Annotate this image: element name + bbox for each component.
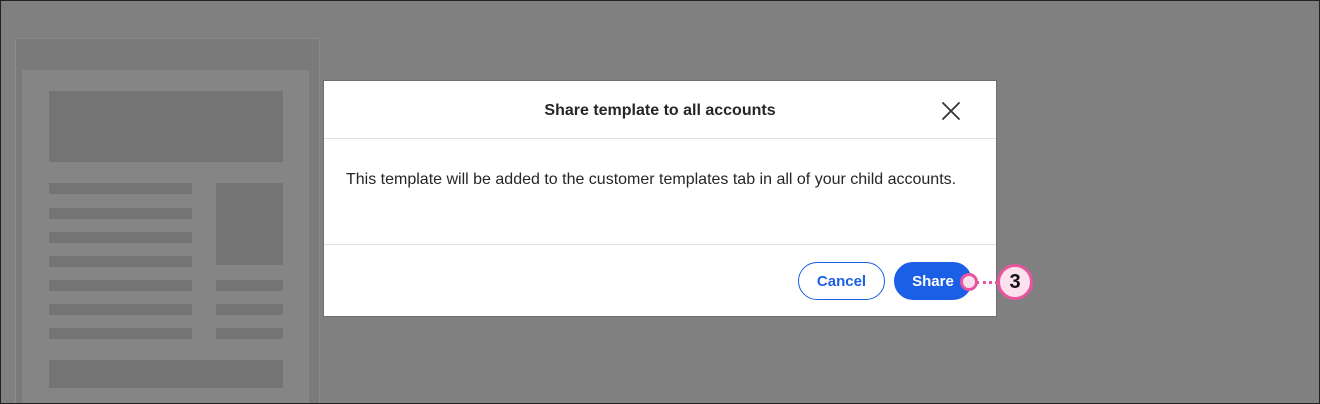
thumbnail-text-line [216, 304, 283, 315]
callout-connector [976, 281, 998, 284]
app-frame: Share template to all accounts This temp… [0, 0, 1320, 404]
dialog-header: Share template to all accounts [324, 81, 996, 139]
thumbnail-text-line [49, 304, 192, 315]
thumbnail-text-line [49, 232, 192, 243]
close-button[interactable] [940, 100, 962, 122]
thumbnail-text-line [216, 328, 283, 339]
thumbnail-text-line [49, 208, 192, 219]
dialog-body: This template will be added to the custo… [324, 139, 996, 245]
close-icon [942, 102, 960, 120]
thumbnail-text-line [49, 328, 192, 339]
template-thumbnail [22, 70, 309, 403]
thumbnail-text-line [216, 280, 283, 291]
dialog-message: This template will be added to the custo… [346, 171, 957, 188]
share-template-dialog: Share template to all accounts This temp… [323, 80, 997, 317]
step-callout-badge: 3 [997, 264, 1033, 300]
thumbnail-header-block [49, 91, 283, 162]
thumbnail-text-line [49, 256, 192, 267]
thumbnail-text-line [49, 183, 192, 194]
dialog-title: Share template to all accounts [544, 102, 776, 119]
cancel-button[interactable]: Cancel [798, 262, 885, 300]
thumbnail-image-block [216, 183, 283, 265]
thumbnail-footer-block [49, 360, 283, 388]
thumbnail-text-line [49, 280, 192, 291]
